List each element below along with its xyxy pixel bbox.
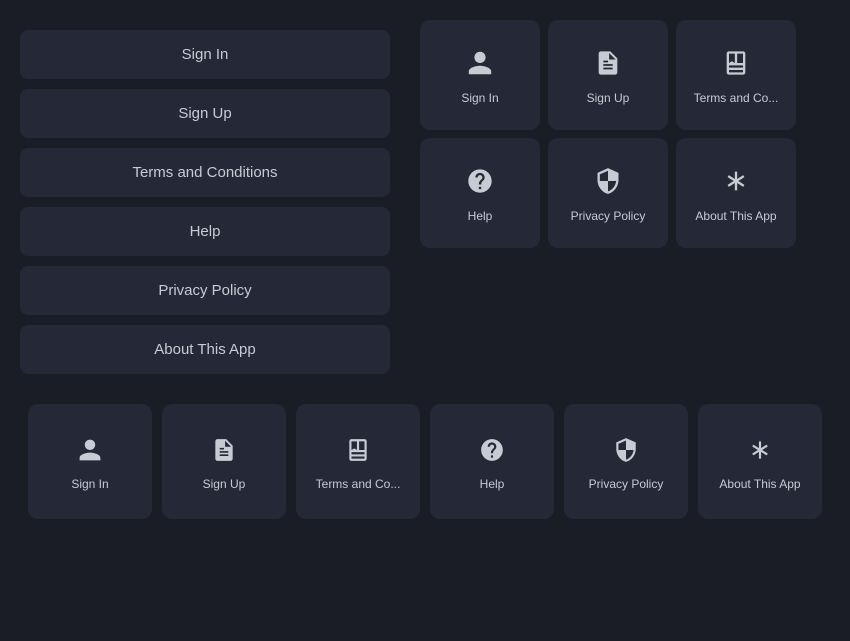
- list-sign-up-button[interactable]: Sign Up: [20, 89, 390, 138]
- bottom-about-item[interactable]: About This App: [698, 404, 822, 519]
- bottom-asterisk-icon: [743, 433, 777, 467]
- grid-help-label: Help: [468, 209, 493, 223]
- grid-about-label: About This App: [695, 209, 776, 223]
- bottom-question-icon: [475, 433, 509, 467]
- bottom-terms-label: Terms and Co...: [316, 477, 401, 491]
- bottom-sign-in-item[interactable]: Sign In: [28, 404, 152, 519]
- list-privacy-button[interactable]: Privacy Policy: [20, 266, 390, 315]
- user-icon: [462, 45, 498, 81]
- asterisk-icon: [718, 163, 754, 199]
- grid-sign-up-item[interactable]: Sign Up: [548, 20, 668, 130]
- bottom-sign-in-label: Sign In: [71, 477, 108, 491]
- document-icon: [590, 45, 626, 81]
- list-help-button[interactable]: Help: [20, 207, 390, 256]
- grid-about-item[interactable]: About This App: [676, 138, 796, 248]
- shield-icon: [590, 163, 626, 199]
- question-icon: [462, 163, 498, 199]
- grid-sign-in-label: Sign In: [461, 91, 498, 105]
- book-icon: [718, 45, 754, 81]
- bottom-about-label: About This App: [719, 477, 800, 491]
- bottom-help-label: Help: [480, 477, 505, 491]
- bottom-sign-up-item[interactable]: Sign Up: [162, 404, 286, 519]
- bottom-user-icon: [73, 433, 107, 467]
- grid-help-item[interactable]: Help: [420, 138, 540, 248]
- bottom-book-icon: [341, 433, 375, 467]
- list-panel: Sign In Sign Up Terms and Conditions Hel…: [20, 20, 390, 374]
- bottom-document-icon: [207, 433, 241, 467]
- grid-terms-label: Terms and Co...: [694, 91, 779, 105]
- grid-privacy-item[interactable]: Privacy Policy: [548, 138, 668, 248]
- bottom-shield-icon: [609, 433, 643, 467]
- main-container: Sign In Sign Up Terms and Conditions Hel…: [0, 0, 850, 539]
- grid-terms-item[interactable]: Terms and Co...: [676, 20, 796, 130]
- list-about-button[interactable]: About This App: [20, 325, 390, 374]
- grid-panel: Sign In Sign Up Terms and Co...: [420, 20, 796, 248]
- bottom-privacy-label: Privacy Policy: [589, 477, 664, 491]
- bottom-privacy-item[interactable]: Privacy Policy: [564, 404, 688, 519]
- list-terms-button[interactable]: Terms and Conditions: [20, 148, 390, 197]
- grid-privacy-label: Privacy Policy: [571, 209, 646, 223]
- bottom-sign-up-label: Sign Up: [203, 477, 246, 491]
- bottom-section: Sign In Sign Up Terms and Co... Help: [20, 404, 830, 519]
- grid-sign-up-label: Sign Up: [587, 91, 630, 105]
- grid-sign-in-item[interactable]: Sign In: [420, 20, 540, 130]
- list-sign-in-button[interactable]: Sign In: [20, 30, 390, 79]
- bottom-help-item[interactable]: Help: [430, 404, 554, 519]
- bottom-terms-item[interactable]: Terms and Co...: [296, 404, 420, 519]
- top-section: Sign In Sign Up Terms and Conditions Hel…: [20, 20, 830, 374]
